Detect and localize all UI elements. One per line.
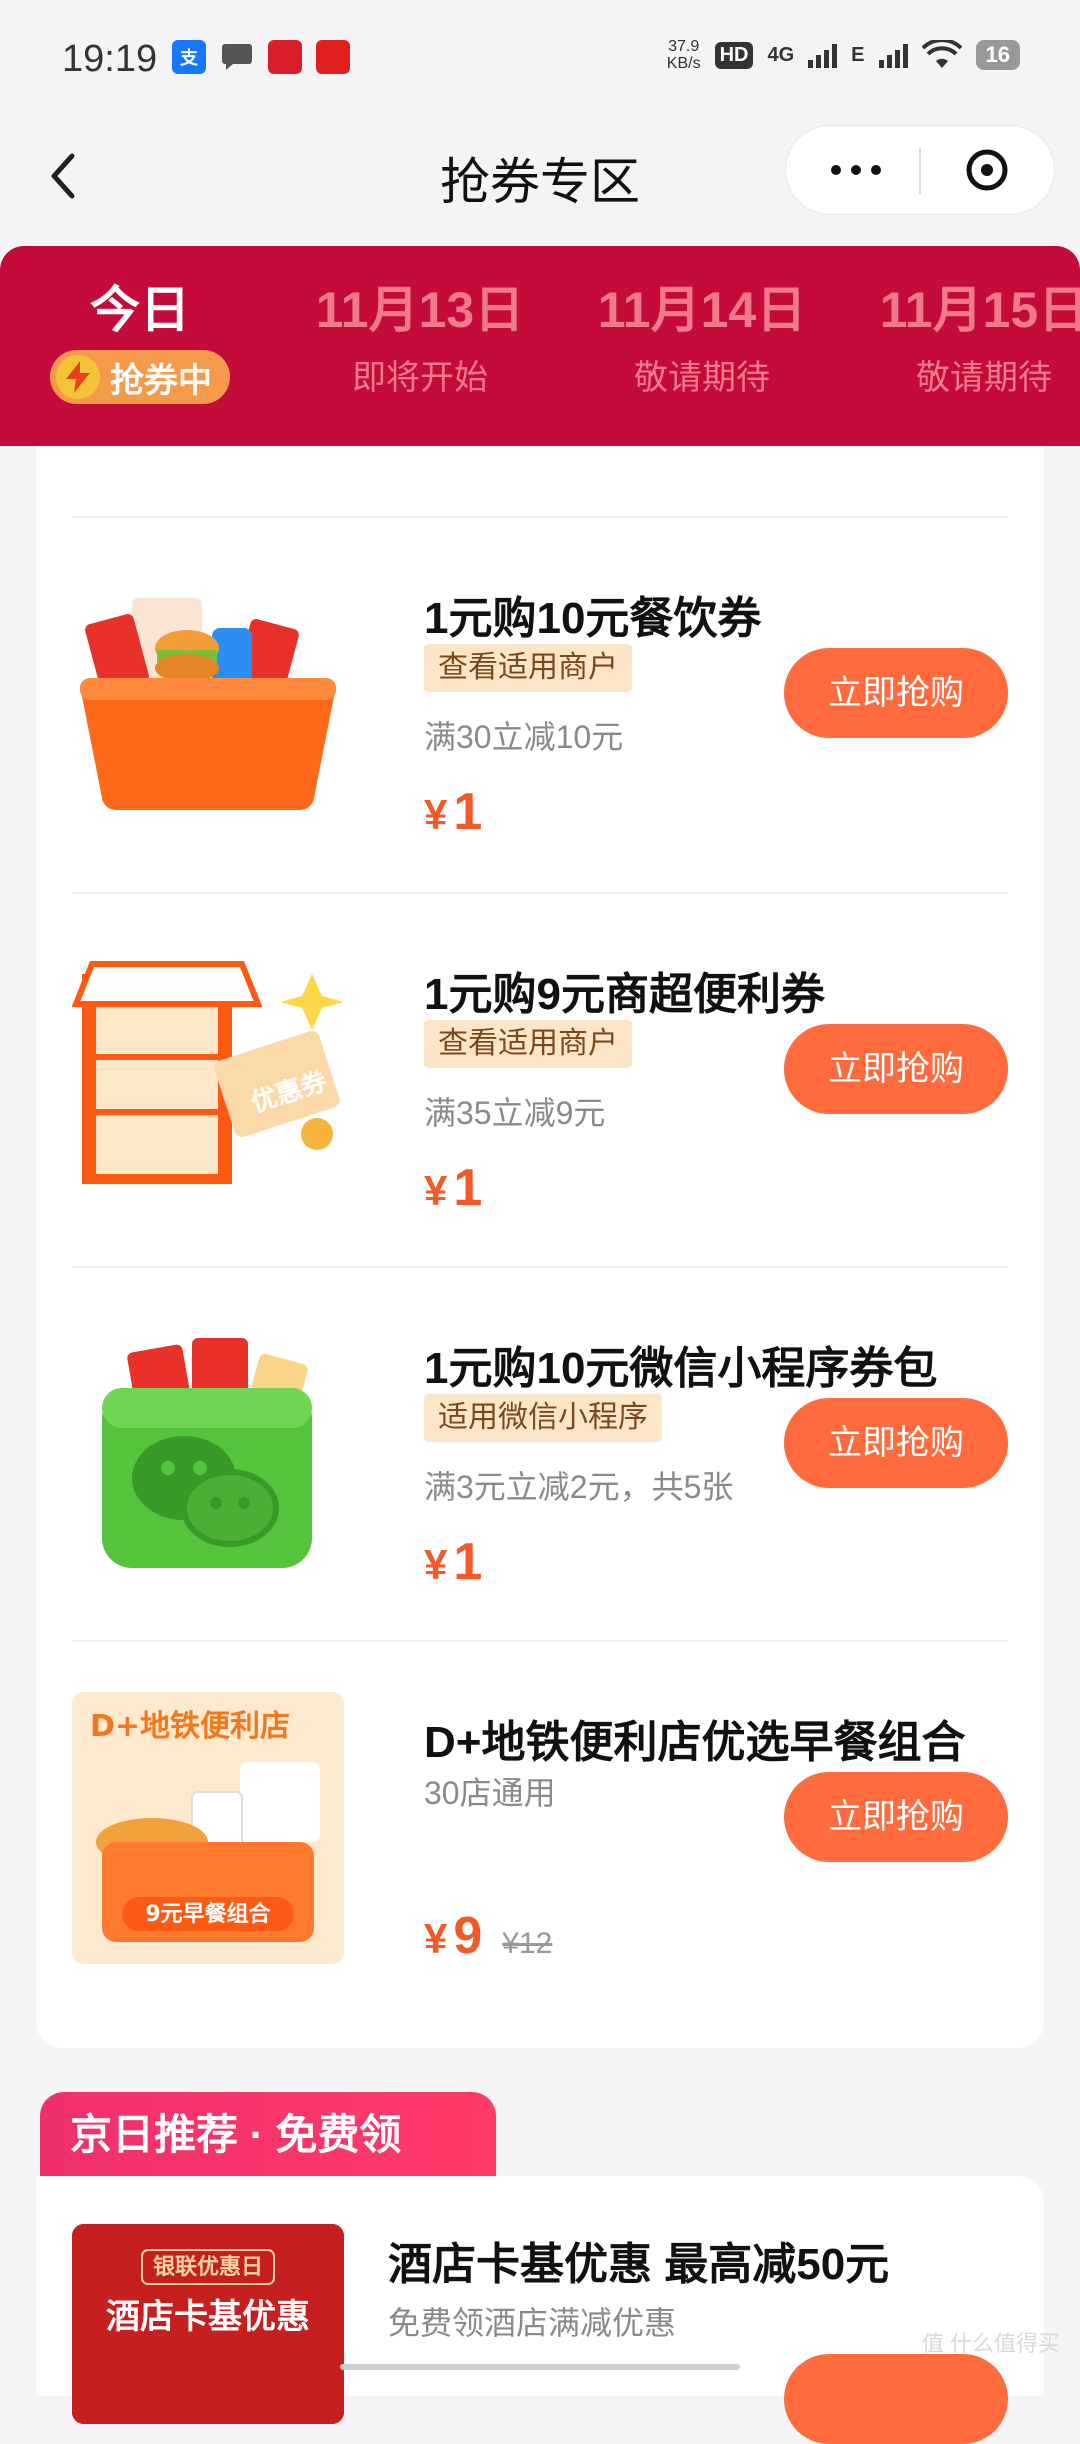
coupon-title: 1元购9元商超便利券 bbox=[424, 970, 825, 1019]
recommend-title: 酒店卡基优惠 最高减50元 bbox=[388, 2240, 890, 2289]
buy-now-button[interactable]: 立即抢购 bbox=[784, 1024, 1008, 1114]
coupon-item-breakfast: D+地铁便利店 9元早餐组合 D+地铁便利店优选早餐组合 30店通用 ¥9 ¥12… bbox=[72, 1642, 1008, 2016]
recommend-desc: 免费领酒店满减优惠 bbox=[388, 2305, 677, 2341]
net-speed: 37.9 KB/s bbox=[667, 38, 701, 72]
more-icon[interactable] bbox=[826, 156, 886, 184]
close-icon[interactable] bbox=[964, 147, 1010, 193]
supermarket-coupon-image: 优惠券 bbox=[71, 944, 344, 1216]
tab-status-label: 敬请期待 bbox=[634, 359, 770, 397]
tab-nov-14[interactable]: 11月14日 敬请期待 bbox=[582, 282, 822, 399]
status-indicators: 37.9 KB/s HD 4G E 16 bbox=[667, 38, 1020, 72]
breakfast-combo-image: D+地铁便利店 9元早餐组合 bbox=[72, 1692, 344, 1964]
coupon-price: ¥1 bbox=[424, 1532, 482, 1592]
tab-date-label: 今日 bbox=[90, 282, 190, 338]
price-value: 1 bbox=[453, 783, 483, 841]
image-caption-text: 9元早餐组合 bbox=[145, 1901, 271, 1927]
tab-status-label: 敬请期待 bbox=[916, 359, 1052, 397]
coupon-condition: 满3元立减2元，共5张 bbox=[424, 1469, 734, 1505]
coupon-price: ¥9 ¥12 bbox=[424, 1906, 552, 1966]
claim-button[interactable] bbox=[784, 2354, 1008, 2444]
alipay-icon: 支 bbox=[172, 40, 206, 74]
currency-symbol: ¥ bbox=[424, 1167, 448, 1214]
chat-bubble-icon bbox=[220, 40, 254, 74]
app-notification-icon bbox=[268, 40, 302, 74]
recommend-card: 银联优惠日 酒店卡基优惠 酒店卡基优惠 最高减50元 免费领酒店满减优惠 bbox=[36, 2176, 1044, 2444]
view-merchants-link[interactable]: 查看适用商户 bbox=[424, 644, 632, 692]
coupon-price: ¥1 bbox=[424, 1158, 482, 1218]
net-speed-unit: KB/s bbox=[666, 55, 701, 72]
home-indicator bbox=[340, 2364, 740, 2370]
status-bar: 19:19 支 37.9 KB/s HD 4G E 16 bbox=[0, 0, 1080, 116]
coupon-list-card: 1元购10元餐饮券 查看适用商户 满30立减10元 ¥1 立即抢购 优惠券 1元… bbox=[36, 430, 1044, 2048]
tab-date-label: 11月15日 bbox=[879, 282, 1080, 338]
capsule-divider bbox=[919, 148, 921, 194]
hotel-offer-image: 银联优惠日 酒店卡基优惠 bbox=[72, 2224, 344, 2424]
coupon-price: ¥1 bbox=[424, 782, 482, 842]
watermark: 值 什么值得买 bbox=[921, 2331, 1060, 2356]
tab-nov-13[interactable]: 11月13日 即将开始 bbox=[300, 282, 540, 399]
miniapp-capsule bbox=[786, 126, 1054, 214]
tab-date-label: 11月14日 bbox=[597, 282, 807, 338]
net-speed-value: 37.9 bbox=[668, 38, 700, 55]
coupon-item-dining: 1元购10元餐饮券 查看适用商户 满30立减10元 ¥1 立即抢购 bbox=[72, 518, 1008, 892]
wechat-coupon-image bbox=[72, 1318, 344, 1590]
tab-status-label: 抢券中 bbox=[110, 361, 212, 400]
date-tabs: 今日 抢券中 11月13日 即将开始 11月14日 敬请期待 11月15日 敬请… bbox=[0, 246, 1080, 446]
buy-now-button[interactable]: 立即抢购 bbox=[784, 1398, 1008, 1488]
price-value: 1 bbox=[453, 1533, 483, 1591]
coupon-condition: 满35立减9元 bbox=[424, 1095, 606, 1131]
network-e-label: E bbox=[851, 43, 865, 66]
price-value: 9 bbox=[453, 1907, 483, 1965]
buy-now-button[interactable]: 立即抢购 bbox=[784, 648, 1008, 738]
grabbing-status-pill: 抢券中 bbox=[50, 350, 230, 404]
tab-status-label: 即将开始 bbox=[352, 359, 488, 397]
tab-nov-15[interactable]: 11月15日 敬请期待 bbox=[864, 282, 1080, 399]
coupon-condition: 30店通用 bbox=[424, 1775, 556, 1811]
lightning-icon bbox=[56, 355, 100, 399]
image-title-text: 银联优惠日 bbox=[153, 2254, 263, 2280]
jd-app-icon bbox=[316, 40, 350, 74]
view-merchants-link[interactable]: 查看适用商户 bbox=[424, 1020, 632, 1068]
hd-badge: HD bbox=[714, 41, 754, 69]
image-title-text: D+地铁便利店 bbox=[90, 1709, 290, 1744]
coupon-title: 1元购10元微信小程序券包 bbox=[424, 1344, 938, 1393]
network-4g-label: 4G bbox=[767, 43, 795, 66]
signal-e-icon bbox=[878, 42, 908, 68]
buy-now-button[interactable]: 立即抢购 bbox=[784, 1772, 1008, 1862]
coupon-item-supermarket: 优惠券 1元购9元商超便利券 查看适用商户 满35立减9元 ¥1 立即抢购 bbox=[71, 894, 1008, 1268]
signal-4g-icon bbox=[808, 42, 838, 68]
tab-date-label: 11月13日 bbox=[315, 282, 525, 338]
currency-symbol: ¥ bbox=[424, 1541, 448, 1588]
nav-bar: 抢券专区 bbox=[0, 116, 1080, 246]
currency-symbol: ¥ bbox=[424, 791, 448, 838]
image-caption-text: 酒店卡基优惠 bbox=[106, 2297, 310, 2337]
dining-coupon-image bbox=[72, 568, 344, 840]
coupon-condition: 满30立减10元 bbox=[424, 719, 624, 755]
battery-indicator: 16 bbox=[975, 40, 1020, 70]
price-value: 1 bbox=[453, 1159, 483, 1217]
coupon-title: D+地铁便利店优选早餐组合 bbox=[424, 1718, 966, 1767]
coupon-item-wechat: 1元购10元微信小程序券包 适用微信小程序 满3元立减2元，共5张 ¥1 立即抢… bbox=[72, 1268, 1008, 1642]
status-time: 19:19 bbox=[62, 38, 158, 80]
original-price: ¥12 bbox=[502, 1927, 553, 1960]
currency-symbol: ¥ bbox=[424, 1915, 448, 1962]
notification-icons: 支 bbox=[172, 40, 350, 74]
wifi-icon bbox=[921, 40, 962, 68]
section-label-recommend: 京日推荐 · 免费领 bbox=[40, 2092, 496, 2178]
tab-today[interactable]: 今日 抢券中 bbox=[20, 282, 260, 404]
applicable-miniprogram-tag[interactable]: 适用微信小程序 bbox=[424, 1394, 662, 1442]
coupon-title: 1元购10元餐饮券 bbox=[424, 594, 762, 643]
